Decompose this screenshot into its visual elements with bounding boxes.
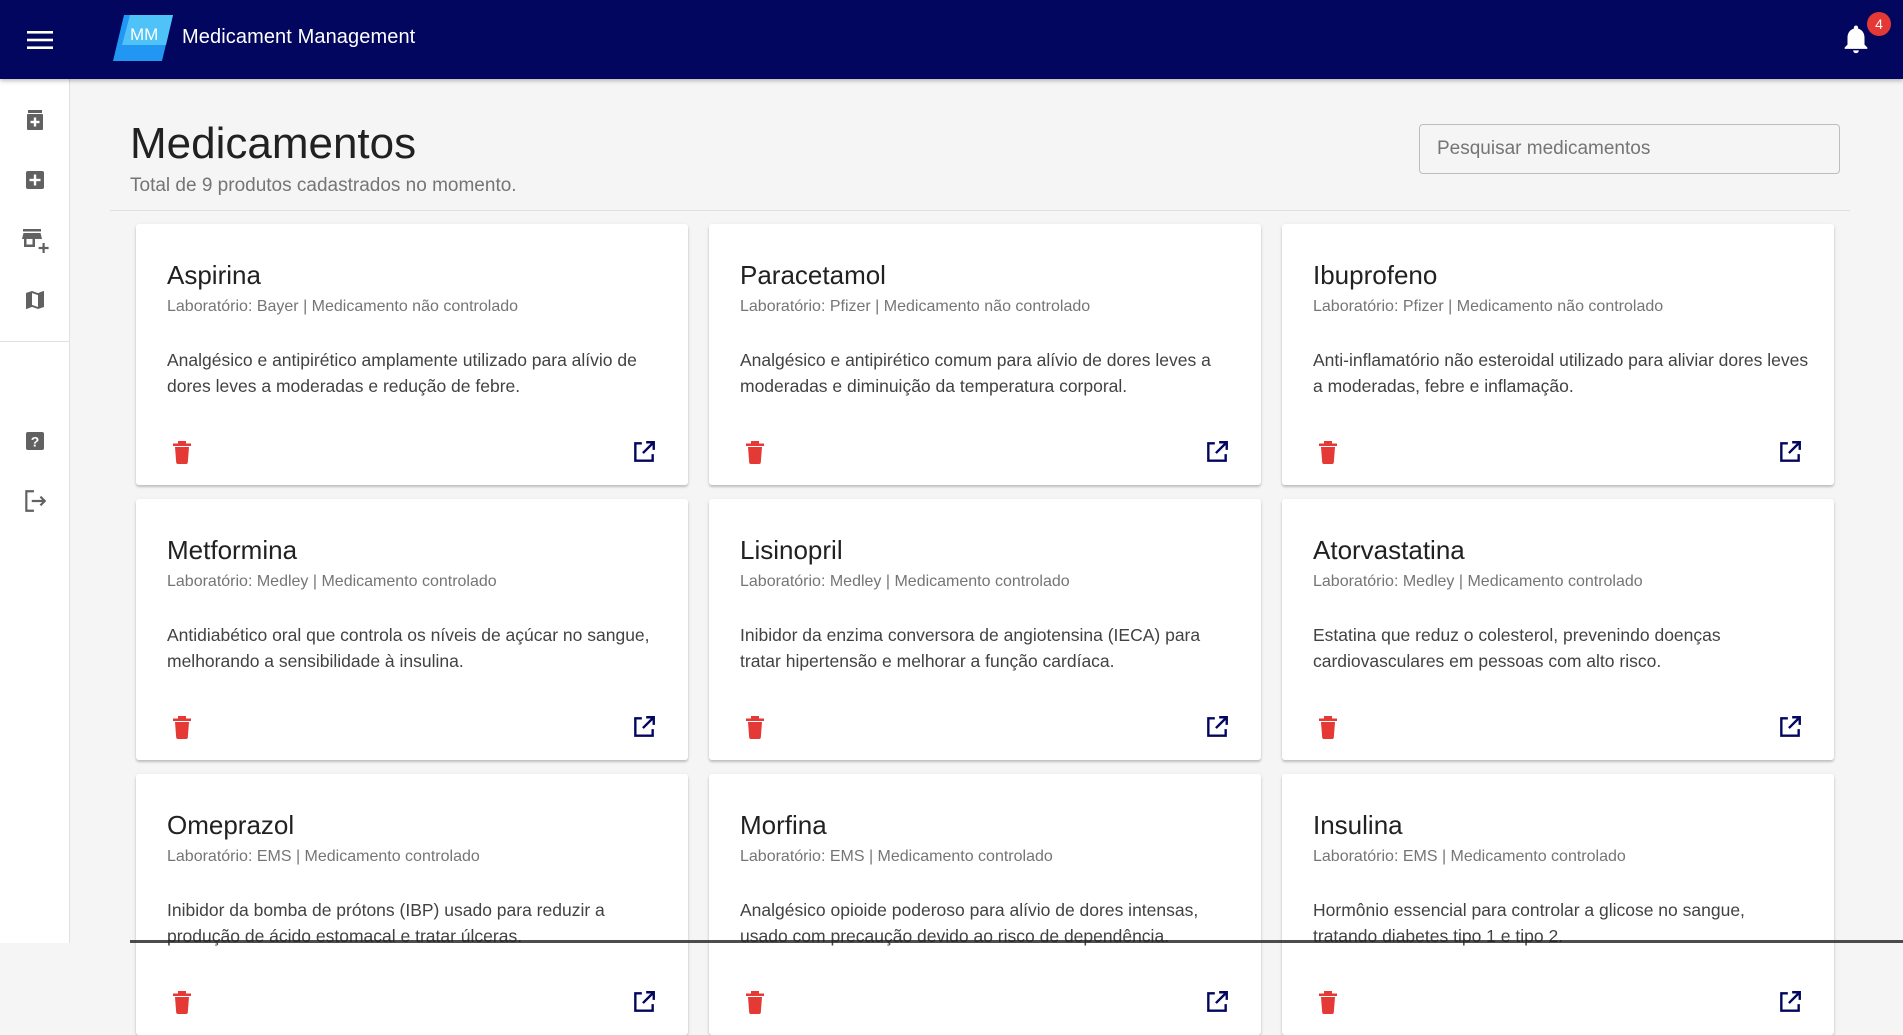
trash-icon xyxy=(1319,991,1337,1014)
add-box-icon xyxy=(26,171,44,189)
card-meta: Laboratório: Medley | Medicamento contro… xyxy=(1313,573,1643,590)
open-in-new-icon xyxy=(1207,441,1228,462)
page-title: Medicamentos xyxy=(130,119,417,168)
card-title: Paracetamol xyxy=(740,260,886,290)
hamburger-menu-icon xyxy=(26,30,53,49)
card-meta: Laboratório: Bayer | Medicamento não con… xyxy=(167,298,519,315)
open-details-button[interactable] xyxy=(1776,438,1804,466)
open-details-button[interactable] xyxy=(1203,438,1231,466)
sidebar-item-medicaments[interactable] xyxy=(20,105,50,135)
delete-button[interactable] xyxy=(741,713,769,741)
card-meta: Laboratório: Medley | Medicamento contro… xyxy=(167,573,497,590)
trash-icon xyxy=(1319,441,1337,464)
card-description: Analgésico e antipirético comum para alí… xyxy=(740,350,1211,396)
open-details-button[interactable] xyxy=(1203,713,1231,741)
open-details-button[interactable] xyxy=(1776,988,1804,1016)
add-business-icon xyxy=(22,229,49,253)
sidebar-item-map[interactable] xyxy=(20,285,50,315)
card-description: Analgésico e antipirético amplamente uti… xyxy=(167,350,637,396)
open-in-new-icon xyxy=(634,716,655,737)
app-title: Medicament Management xyxy=(182,26,416,48)
sidebar-item-logout[interactable] xyxy=(20,486,50,516)
card-description: Estatina que reduz o colesterol, preveni… xyxy=(1313,625,1721,671)
medicament-card: Atorvastatina Laboratório: Medley | Medi… xyxy=(1282,499,1834,760)
open-in-new-icon xyxy=(1780,716,1801,737)
open-in-new-icon xyxy=(634,991,655,1012)
delete-button[interactable] xyxy=(1314,438,1342,466)
delete-button[interactable] xyxy=(1314,988,1342,1016)
delete-button[interactable] xyxy=(1314,713,1342,741)
card-meta: Laboratório: EMS | Medicamento controlad… xyxy=(167,848,480,865)
card-description: Inibidor da enzima conversora de angiote… xyxy=(740,625,1201,671)
medicament-card: Aspirina Laboratório: Bayer | Medicament… xyxy=(136,224,688,485)
card-meta: Laboratório: EMS | Medicamento controlad… xyxy=(740,848,1053,865)
notification-badge: 4 xyxy=(1867,12,1891,36)
card-title: Morfina xyxy=(740,810,827,840)
card-meta: Laboratório: EMS | Medicamento controlad… xyxy=(1313,848,1626,865)
app-logo[interactable]: MM xyxy=(110,15,173,61)
medicament-card: Lisinopril Laboratório: Medley | Medicam… xyxy=(709,499,1261,760)
trash-icon xyxy=(173,991,191,1014)
search-input[interactable] xyxy=(1419,124,1840,174)
open-details-button[interactable] xyxy=(630,438,658,466)
main-content: Medicamentos Total de 9 produtos cadastr… xyxy=(70,79,1903,1035)
card-meta: Laboratório: Pfizer | Medicamento não co… xyxy=(1313,298,1664,315)
open-in-new-icon xyxy=(1207,991,1228,1012)
logo-text: MM xyxy=(130,25,158,44)
card-description: Anti-inflamatório não esteroidal utiliza… xyxy=(1313,350,1809,396)
trash-icon xyxy=(173,716,191,739)
open-in-new-icon xyxy=(1780,991,1801,1012)
page-subtitle: Total de 9 produtos cadastrados no momen… xyxy=(130,175,517,196)
delete-button[interactable] xyxy=(168,438,196,466)
medication-box-icon xyxy=(27,110,43,130)
open-details-button[interactable] xyxy=(1776,713,1804,741)
svg-text:?: ? xyxy=(31,434,40,450)
sidebar: ? xyxy=(0,79,70,943)
card-description: Antidiabético oral que controla os nívei… xyxy=(167,625,650,671)
medicament-card: Ibuprofeno Laboratório: Pfizer | Medicam… xyxy=(1282,224,1834,485)
header-divider xyxy=(110,210,1850,211)
map-icon xyxy=(26,291,44,309)
card-title: Metformina xyxy=(167,535,298,565)
sidebar-item-add-laboratory[interactable] xyxy=(20,225,50,255)
logout-icon xyxy=(25,490,47,512)
card-meta: Laboratório: Medley | Medicamento contro… xyxy=(740,573,1070,590)
delete-button[interactable] xyxy=(168,988,196,1016)
help-icon: ? xyxy=(26,432,44,450)
sidebar-item-add-medicament[interactable] xyxy=(20,165,50,195)
medicament-cards-grid: Aspirina Laboratório: Bayer | Medicament… xyxy=(136,224,1836,1035)
medicament-card: Insulina Laboratório: EMS | Medicamento … xyxy=(1282,774,1834,1035)
medicament-card: Morfina Laboratório: EMS | Medicamento c… xyxy=(709,774,1261,1035)
trash-icon xyxy=(746,991,764,1014)
trash-icon xyxy=(173,441,191,464)
medicament-card: Metformina Laboratório: Medley | Medicam… xyxy=(136,499,688,760)
open-in-new-icon xyxy=(1207,716,1228,737)
sidebar-divider xyxy=(0,341,69,342)
top-app-bar: MM Medicament Management 4 xyxy=(0,0,1903,79)
card-title: Aspirina xyxy=(167,260,261,290)
card-title: Insulina xyxy=(1313,810,1403,840)
card-meta: Laboratório: Pfizer | Medicamento não co… xyxy=(740,298,1091,315)
menu-button[interactable] xyxy=(0,0,79,79)
medicament-card: Paracetamol Laboratório: Pfizer | Medica… xyxy=(709,224,1261,485)
card-title: Omeprazol xyxy=(167,810,295,840)
trash-icon xyxy=(1319,716,1337,739)
trash-icon xyxy=(746,441,764,464)
card-title: Atorvastatina xyxy=(1313,535,1465,565)
open-in-new-icon xyxy=(634,441,655,462)
open-in-new-icon xyxy=(1780,441,1801,462)
card-title: Ibuprofeno xyxy=(1313,260,1438,290)
medicament-card: Omeprazol Laboratório: EMS | Medicamento… xyxy=(136,774,688,1035)
open-details-button[interactable] xyxy=(1203,988,1231,1016)
trash-icon xyxy=(746,716,764,739)
delete-button[interactable] xyxy=(741,438,769,466)
delete-button[interactable] xyxy=(741,988,769,1016)
sidebar-item-help[interactable]: ? xyxy=(20,426,50,456)
open-details-button[interactable] xyxy=(630,713,658,741)
card-title: Lisinopril xyxy=(740,535,843,565)
delete-button[interactable] xyxy=(168,713,196,741)
open-details-button[interactable] xyxy=(630,988,658,1016)
